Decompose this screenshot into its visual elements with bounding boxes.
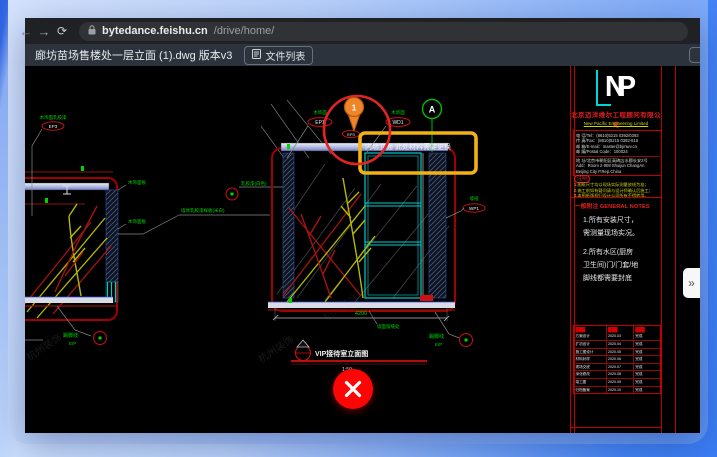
desktop-background: ← → ⟳ bytedance.feishu.cn/drive/home/ 廊坊… [0,0,717,457]
table-row: 归档备案2020.10完成 [574,386,660,394]
table-row: 方案设计2020.03完成 [574,333,660,340]
logo-bracket [596,70,598,104]
finish-tag: EP3 [347,132,355,137]
reload-icon[interactable]: ⟳ [53,24,71,38]
finish-tag: WP1 [469,206,479,211]
expand-sidebar-tab[interactable]: » [683,268,700,298]
hatched-column [283,153,294,298]
finish-label: 墙体乳胶漆样板(米白) [181,207,225,214]
view-marker-icon [297,340,309,347]
address-bar[interactable]: bytedance.feishu.cn/drive/home/ [79,22,688,41]
comment-pin-number: 1 [352,103,357,113]
document-title: 廊坊苗场售楼处一层立面 (1).dwg 版本v3 [35,47,232,63]
dimension-text: 4200 [355,311,367,317]
table-header-row: ███ ███ ███ [574,326,660,333]
dwg-viewer-canvas[interactable]: 杭州装饰 杭州装饰 杭州装饰 [25,66,700,433]
skirting-label: 踢脚线 [429,333,444,340]
file-list-icon [252,49,261,62]
table-row: 竣工图2020.09完成 [574,378,660,386]
branch-decoration [341,178,371,298]
finish-caption: 木饰面 [313,109,327,116]
finish-label: 乳胶漆(白色) [241,180,267,187]
skirting-code: E/P [69,341,76,346]
branch-decoration [69,204,85,296]
company-contact-block: 电 话/Tel：(8610)5215 0392/0393 传 真/Fax：(86… [573,130,662,176]
note-line: 需测量现场实况。 [583,227,657,240]
close-button[interactable] [333,369,373,409]
contact-line: 地 址/北京市朝阳区高碑店水郡长安2号 [576,156,660,164]
note-line: 2.所有水区(厨房 [583,246,657,259]
lock-icon [88,22,96,40]
left-elevation-drawing: 木饰面乳胶漆 EP3 木饰面板 木饰面板 乳胶漆(白色) 墙体乳胶漆样板(米白) [25,114,287,346]
clipped-header-button[interactable] [689,47,700,63]
gap-label: 墙面留缝处 [377,323,400,330]
table-row: 现场交底2020.07完成 [574,363,660,371]
table-row: 扩初设计2020.04完成 [574,340,660,348]
company-name-cn: 北京迈洋维尔工程顾问有限公司 [571,109,661,129]
contact-line: 邮 编/Postal Code：100024 [576,149,660,155]
finish-caption: 墙纸 [470,195,479,202]
browser-window: ← → ⟳ bytedance.feishu.cn/drive/home/ 廊坊… [25,18,700,433]
titleblock-panel: NP 北京迈洋维尔工程顾问有限公司 New Pacific Engineerin… [570,66,662,433]
table-row: 施工图设计2020.05完成 [574,348,660,356]
url-path: /drive/home/ [214,25,275,37]
finish-caption: 木饰面乳胶漆 [40,114,67,121]
comment-pin[interactable]: 1 [345,98,364,132]
url-host: bytedance.feishu.cn [102,25,208,37]
svg-text:杭州装饰: 杭州装饰 [25,331,64,364]
axis-label: A [429,105,436,115]
finish-caption: 木饰面 [391,109,405,116]
note-line: 1.所有安装尺寸， [583,214,657,227]
finish-tag: EP3 [49,124,58,129]
company-logo: NP [571,68,661,106]
finish-label: 木饰面板 [128,179,146,186]
back-icon[interactable]: ← [17,24,35,39]
view-title: VIP接待室立面图 [315,349,368,358]
revision-table: ███ ███ ███ 方案设计2020.03完成扩初设计2020.04完成施工… [573,325,661,394]
note-line: 卫生间)门/门套/地 [583,259,657,272]
file-list-button[interactable]: 文件列表 [244,46,313,65]
general-notes-title: 一般附注 GENERAL NOTES [575,201,650,210]
review-note-text: 内墙立面 此处材料需要更换 [365,142,451,151]
table-row: 材料封样2020.06完成 [574,355,660,363]
general-notes: 1.所有安装尺寸， 需测量现场实况。 2.所有水区(厨房 卫生间)门/门套/地 … [583,214,657,285]
finish-tag: WD1 [392,120,403,126]
svg-text:杭州装饰: 杭州装饰 [256,333,297,366]
document-header: 廊坊苗场售楼处一层立面 (1).dwg 版本v3 文件列表 [25,44,700,66]
forward-icon[interactable]: → [35,24,53,39]
table-row: 深化修改2020.08完成 [574,370,660,378]
company-name-en: New Pacific Engineering Limited [571,121,661,126]
titleblock-bottom-border [571,427,661,428]
contact-line: Beijing City P.Rep.China [576,169,660,175]
skirting-label: 踢脚线 [63,332,78,339]
center-elevation-drawing: 4200 墙面留缝处 墙纸 WP1 踢脚线 E/P [261,100,485,374]
skirting-code: E/P [435,342,442,347]
finish-label: 木饰面板 [128,218,146,225]
logo-bracket [596,104,611,106]
divider [571,197,661,198]
hatched-column [106,190,118,282]
revision-table-body: 方案设计2020.03完成扩初设计2020.04完成施工图设计2020.05完成… [574,333,660,393]
close-icon [333,369,373,409]
browser-toolbar: ← → ⟳ bytedance.feishu.cn/drive/home/ [25,18,700,44]
floor-line [25,297,113,303]
note-line: 脚线都需要封底 [583,272,657,285]
file-list-label: 文件列表 [265,48,305,63]
sheet-border-line [675,66,676,433]
remark-block: 注明 1.图纸尺寸均以现场实际测量放线为准； 2.施工前如有疑问请与设计师确认后… [574,176,658,199]
floor-line [268,302,455,308]
